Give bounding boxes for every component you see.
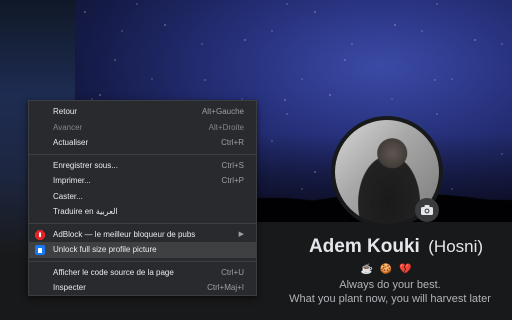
menu-item-translate[interactable]: Traduire en العربية (29, 204, 256, 220)
menu-item-forward[interactable]: Avancer Alt+Droite (29, 120, 256, 136)
menu-item-save-as[interactable]: Enregistrer sous... Ctrl+S (29, 158, 256, 174)
bio-line-2: What you plant now, you will harvest lat… (289, 293, 491, 305)
menu-separator (29, 222, 256, 224)
menu-item-back[interactable]: Retour Alt+Gauche (29, 104, 256, 120)
menu-item-inspect[interactable]: Inspecter Ctrl+Maj+I (29, 280, 256, 296)
chevron-right-icon: ▶ (238, 230, 244, 238)
menu-item-cast[interactable]: Caster... (29, 189, 256, 205)
menu-item-adblock[interactable]: AdBlock — le meilleur bloqueur de pubs ▶ (29, 227, 256, 243)
menu-item-reload[interactable]: Actualiser Ctrl+R (29, 135, 256, 151)
profile-name: Adem Kouki (308, 236, 420, 257)
menu-item-unlock-profile-picture[interactable]: Unlock full size profile picture (29, 242, 256, 258)
profile-emojis: ☕ 🍪 💔 (360, 264, 414, 275)
context-menu: Retour Alt+Gauche Avancer Alt+Droite Act… (28, 100, 257, 296)
menu-item-view-source[interactable]: Afficher le code source de la page Ctrl+… (29, 265, 256, 281)
menu-item-print[interactable]: Imprimer... Ctrl+P (29, 173, 256, 189)
unlock-extension-icon (35, 245, 45, 255)
bio-line-1: Always do your best. (339, 279, 441, 291)
profile-nickname: (Hosni) (428, 237, 484, 256)
profile-page: Adem Kouki (Hosni) ☕ 🍪 💔 Always do your … (0, 0, 512, 320)
camera-icon (421, 205, 433, 215)
adblock-icon (35, 229, 45, 240)
menu-separator (29, 153, 256, 155)
menu-separator (29, 260, 256, 262)
update-profile-picture-button[interactable] (415, 198, 439, 222)
